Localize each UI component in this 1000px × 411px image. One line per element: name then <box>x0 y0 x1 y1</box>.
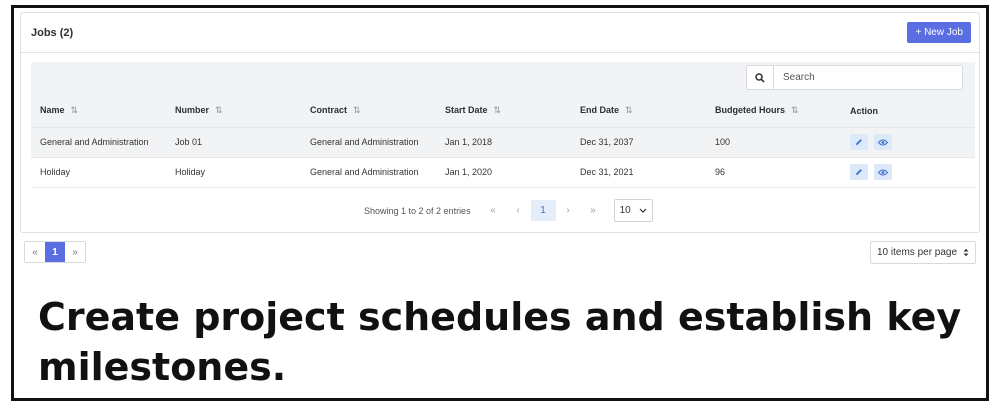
bottom-first-button[interactable]: « <box>25 242 45 262</box>
cell-start-date: Jan 1, 2018 <box>436 127 571 158</box>
col-start-date-header[interactable]: Start Date ⇅ <box>436 95 571 128</box>
col-name-header[interactable]: Name ⇅ <box>31 95 166 128</box>
row-actions <box>850 134 892 150</box>
edit-button[interactable] <box>850 134 868 150</box>
cell-contract: General and Administration <box>301 157 436 188</box>
jobs-table: Name ⇅ Number ⇅ Contract ⇅ Start Date ⇅ End … <box>31 95 975 188</box>
entries-info: Showing 1 to 2 of 2 entries <box>364 205 471 216</box>
cell-end-date: Dec 31, 2021 <box>571 157 706 188</box>
sort-icon: ⇅ <box>791 105 799 116</box>
pencil-icon <box>856 139 862 145</box>
table-header-row: Name ⇅ Number ⇅ Contract ⇅ Start Date ⇅ End … <box>31 95 975 128</box>
table-row: Holiday Holiday General and Administrati… <box>31 157 975 188</box>
col-number-header[interactable]: Number ⇅ <box>166 95 301 128</box>
sort-icon: ⇅ <box>353 105 361 116</box>
cell-name: General and Administration <box>31 127 166 158</box>
eye-icon <box>878 139 888 145</box>
items-per-page-select[interactable]: 10 items per page <box>870 241 976 264</box>
cell-budgeted-hours: 96 <box>706 157 841 188</box>
table-pagination: Showing 1 to 2 of 2 entries « ‹ 1 › » 10 <box>364 199 653 222</box>
cell-contract: General and Administration <box>301 127 436 158</box>
cell-end-date: Dec 31, 2037 <box>571 127 706 158</box>
sort-icon: ⇅ <box>625 105 633 116</box>
search-box <box>746 65 963 90</box>
table-row: General and Administration Job 01 Genera… <box>31 127 975 158</box>
search-input[interactable] <box>774 66 962 89</box>
cell-start-date: Jan 1, 2020 <box>436 157 571 188</box>
sort-icon: ⇅ <box>493 105 502 116</box>
last-page-button[interactable]: » <box>581 200 606 221</box>
updown-icon <box>963 248 969 257</box>
col-budgeted-hours-header[interactable]: Budgeted Hours ⇅ <box>706 95 841 128</box>
pencil-icon <box>856 169 862 175</box>
view-button[interactable] <box>874 164 892 180</box>
col-contract-header[interactable]: Contract ⇅ <box>301 95 436 128</box>
caption-text: Create project schedules and establish k… <box>38 295 962 389</box>
cell-number: Job 01 <box>166 127 301 158</box>
first-page-button[interactable]: « <box>481 200 506 221</box>
cell-actions <box>841 157 975 188</box>
cell-number: Holiday <box>166 157 301 188</box>
cell-actions <box>841 127 975 158</box>
sort-icon: ⇅ <box>70 105 79 116</box>
col-action-header: Action <box>841 95 975 128</box>
page-size-value: 10 <box>619 205 631 216</box>
new-job-button[interactable]: + New Job <box>907 22 971 43</box>
cell-name: Holiday <box>31 157 166 188</box>
edit-button[interactable] <box>850 164 868 180</box>
search-icon[interactable] <box>747 66 774 89</box>
page-1-button[interactable]: 1 <box>530 200 556 221</box>
card-title: Jobs (2) <box>31 26 74 39</box>
sort-icon: ⇅ <box>215 105 223 116</box>
row-actions <box>850 164 892 180</box>
card-header: Jobs (2) + New Job <box>21 13 979 53</box>
screenshot-frame: Jobs (2) + New Job Name⇅ Number⇅ Contrac… <box>11 5 989 401</box>
table-toolbar <box>31 62 975 95</box>
chevron-down-icon <box>639 208 647 213</box>
jobs-card: Jobs (2) + New Job Name⇅ Number⇅ Contrac… <box>20 12 980 233</box>
cell-budgeted-hours: 100 <box>706 127 841 158</box>
view-button[interactable] <box>874 134 892 150</box>
items-per-page-value: 10 items per page <box>877 247 958 258</box>
eye-icon <box>878 169 888 175</box>
prev-page-button[interactable]: ‹ <box>506 200 531 221</box>
page-size-select[interactable]: 10 <box>613 199 653 222</box>
bottom-last-button[interactable]: » <box>65 242 85 262</box>
bottom-pagination: « 1 » <box>24 241 86 263</box>
bottom-page-1-button[interactable]: 1 <box>45 242 65 262</box>
col-end-date-header[interactable]: End Date ⇅ <box>571 95 706 128</box>
next-page-button[interactable]: › <box>556 200 581 221</box>
